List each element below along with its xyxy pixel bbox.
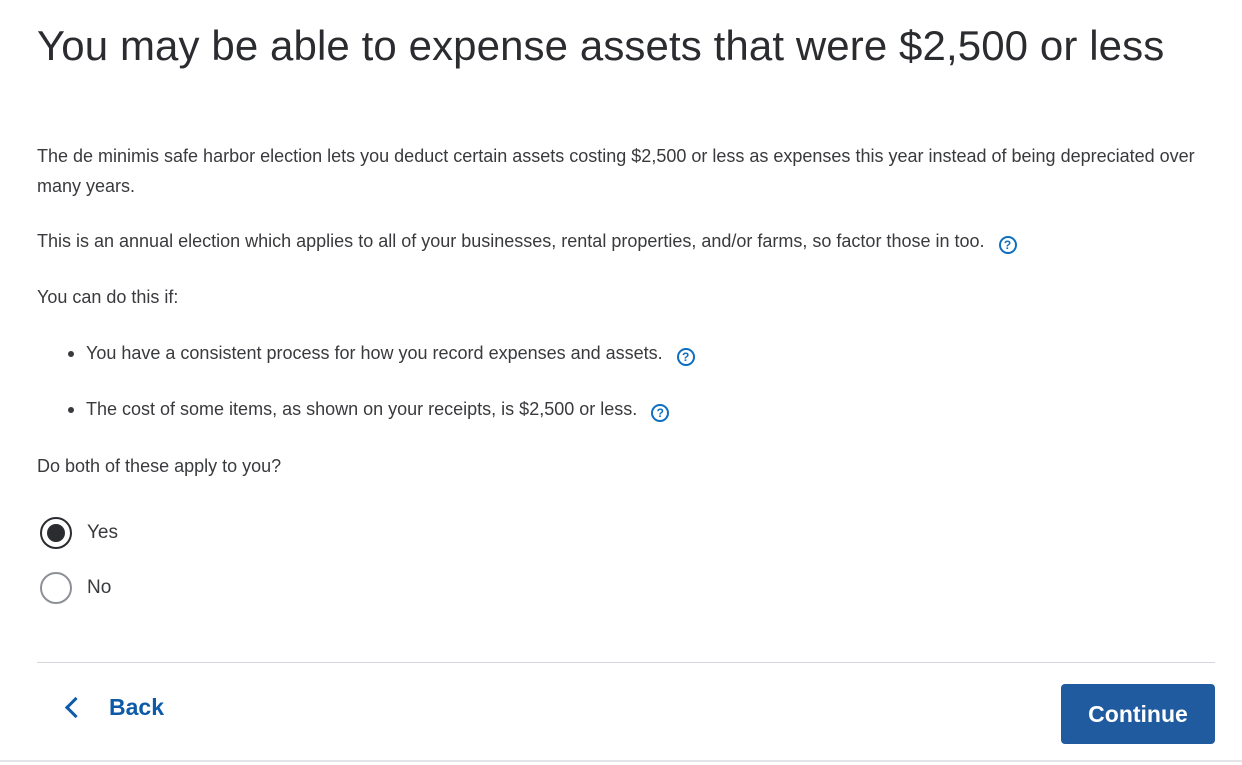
page-title: You may be able to expense assets that w… bbox=[37, 22, 1165, 69]
help-icon[interactable]: ? bbox=[998, 236, 1017, 254]
radio-button-yes[interactable] bbox=[40, 517, 72, 549]
list-item: You have a consistent process for how yo… bbox=[64, 338, 695, 394]
back-button[interactable]: Back bbox=[62, 694, 164, 721]
help-icon[interactable]: ? bbox=[651, 404, 670, 422]
page: You may be able to expense assets that w… bbox=[0, 0, 1242, 765]
radio-option-no[interactable]: No bbox=[40, 572, 111, 604]
radio-label-no[interactable]: No bbox=[87, 577, 111, 599]
condition-text: The cost of some items, as shown on your… bbox=[86, 399, 638, 419]
annual-note-text: This is an annual election which applies… bbox=[37, 231, 985, 251]
radio-button-no[interactable] bbox=[40, 572, 72, 604]
list-item: The cost of some items, as shown on your… bbox=[64, 394, 695, 450]
radio-option-yes[interactable]: Yes bbox=[40, 517, 118, 549]
conditions-lead: You can do this if: bbox=[37, 287, 179, 307]
help-icon[interactable]: ? bbox=[676, 348, 695, 366]
conditions-list: You have a consistent process for how yo… bbox=[64, 338, 695, 450]
annual-note: This is an annual election which applies… bbox=[37, 226, 1017, 256]
divider bbox=[37, 662, 1215, 663]
question-text: Do both of these apply to you? bbox=[37, 456, 282, 476]
back-label: Back bbox=[109, 694, 164, 720]
continue-button[interactable]: Continue bbox=[1061, 684, 1215, 744]
chevron-left-icon bbox=[64, 696, 87, 719]
intro-text: The de minimis safe harbor election lets… bbox=[37, 146, 1195, 196]
radio-selected-dot bbox=[47, 524, 65, 542]
bottom-border bbox=[0, 760, 1242, 762]
condition-text: You have a consistent process for how yo… bbox=[86, 343, 663, 363]
radio-label-yes[interactable]: Yes bbox=[87, 522, 118, 544]
